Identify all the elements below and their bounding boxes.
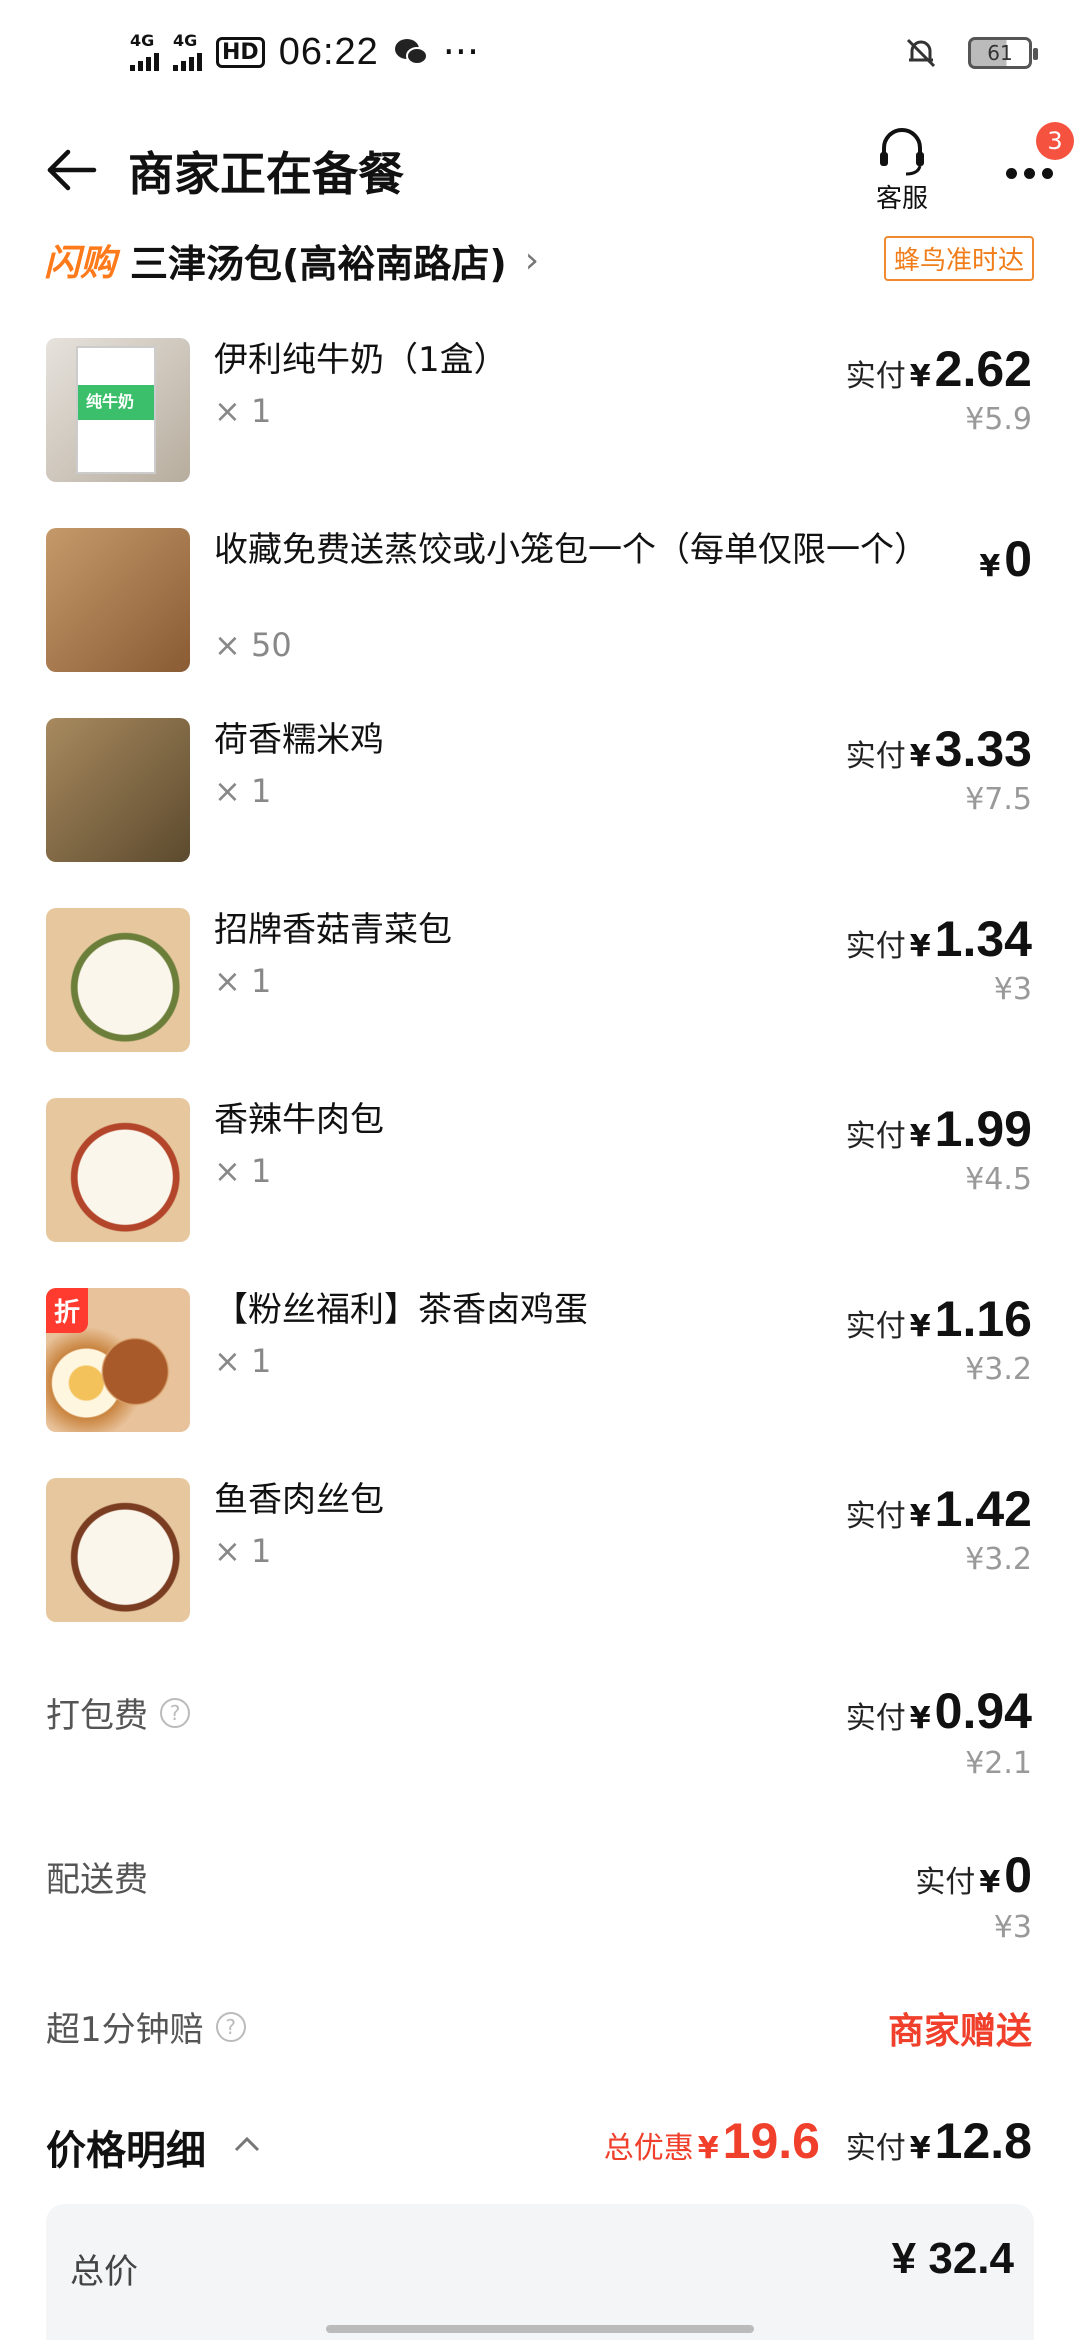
- order-items-list: 纯牛奶 伊利纯牛奶（1盒） × 1 实付 ¥ 2.62 ¥5.9 收藏免费送蒸饺…: [0, 336, 1080, 1666]
- help-icon[interactable]: ?: [160, 1697, 190, 1728]
- home-indicator[interactable]: [326, 2325, 754, 2333]
- late-compensation-row: 超1分钟赔 ? 商家赠送: [0, 2002, 1080, 2062]
- item-name: 鱼香肉丝包: [214, 1480, 384, 1520]
- item-original-price: ¥3.2: [965, 1542, 1032, 1577]
- item-quantity: × 1: [214, 1532, 272, 1570]
- list-item[interactable]: 荷香糯米鸡 × 1 实付 ¥ 3.33 ¥7.5: [0, 716, 1080, 906]
- item-name: 【粉丝福利】茶香卤鸡蛋: [214, 1290, 588, 1330]
- wechat-icon: [394, 39, 428, 65]
- packing-fee-paid: 实付 ¥ 0.94: [845, 1683, 1032, 1739]
- item-quantity: × 1: [214, 962, 272, 1000]
- packing-fee-label: 打包费 ?: [46, 1688, 190, 1737]
- item-name: 伊利纯牛奶（1盒）: [214, 340, 508, 380]
- more-icon: [1006, 168, 1066, 179]
- packing-fee-original: ¥2.1: [965, 1746, 1032, 1781]
- chevron-up-icon[interactable]: [232, 2134, 262, 2154]
- notification-badge: 3: [1036, 122, 1074, 160]
- item-paid-price: 实付 ¥ 1.99: [845, 1101, 1032, 1157]
- back-arrow-icon[interactable]: [44, 142, 100, 198]
- product-image: [46, 1098, 190, 1242]
- delivery-fee-paid: 实付 ¥ 0: [915, 1847, 1032, 1903]
- status-left: 4G 4G HD 06:22 ···: [130, 30, 479, 74]
- item-quantity: × 1: [214, 392, 272, 430]
- item-original-price: ¥3: [993, 972, 1032, 1007]
- packing-fee-row: 打包费 ? 实付 ¥ 0.94 ¥2.1: [0, 1683, 1080, 1788]
- more-button[interactable]: 3: [1006, 122, 1074, 200]
- list-item[interactable]: 纯牛奶 伊利纯牛奶（1盒） × 1 实付 ¥ 2.62 ¥5.9: [0, 336, 1080, 526]
- list-item[interactable]: 鱼香肉丝包 × 1 实付 ¥ 1.42 ¥3.2: [0, 1476, 1080, 1666]
- chevron-right-icon: ›: [524, 239, 540, 281]
- item-paid-price: 实付 ¥ 1.34: [845, 911, 1032, 967]
- store-name[interactable]: 三津汤包(高裕南路店): [130, 233, 507, 288]
- header: 商家正在备餐 客服 3: [0, 120, 1080, 230]
- total-paid: 实付 ¥ 12.8: [845, 2113, 1032, 2169]
- total-discount: 总优惠 ¥ 19.6: [603, 2113, 820, 2169]
- status-bar: 4G 4G HD 06:22 ··· 61: [0, 0, 1080, 120]
- delivery-badge: 蜂鸟准时达: [883, 236, 1034, 281]
- list-item[interactable]: 收藏免费送蒸饺或小笼包一个（每单仅限一个） × 50 ¥ 0: [0, 526, 1080, 716]
- product-image: 纯牛奶: [46, 338, 190, 482]
- item-name: 收藏免费送蒸饺或小笼包一个（每单仅限一个）: [214, 530, 928, 570]
- signal-icon-2: 4G: [173, 33, 202, 71]
- late-compensation-label: 超1分钟赔 ?: [46, 2002, 246, 2051]
- total-price-card: 总价 ¥ 32.4: [46, 2204, 1034, 2340]
- item-original-price: ¥5.9: [965, 402, 1032, 437]
- store-row[interactable]: 闪购 三津汤包(高裕南路店) › 蜂鸟准时达: [44, 232, 1034, 288]
- item-quantity: × 1: [214, 1152, 272, 1190]
- price-detail-header[interactable]: 价格明细 总优惠 ¥ 19.6 实付 ¥ 12.8: [0, 2108, 1080, 2188]
- total-price-value: ¥ 32.4: [891, 2234, 1014, 2283]
- more-status: ···: [442, 30, 480, 74]
- delivery-fee-row: 配送费 实付 ¥ 0 ¥3: [0, 1847, 1080, 1952]
- flash-purchase-logo: 闪购: [44, 243, 117, 284]
- customer-service-button[interactable]: 客服: [862, 126, 942, 215]
- clock: 06:22: [278, 30, 379, 73]
- product-image: [46, 908, 190, 1052]
- item-paid-price: 实付 ¥ 1.16: [845, 1291, 1032, 1347]
- list-item[interactable]: 招牌香菇青菜包 × 1 实付 ¥ 1.34 ¥3: [0, 906, 1080, 1096]
- item-quantity: × 1: [214, 1342, 272, 1380]
- item-original-price: ¥4.5: [965, 1162, 1032, 1197]
- delivery-fee-label: 配送费: [46, 1860, 148, 1900]
- price-detail-title: 价格明细: [46, 2128, 206, 2174]
- item-original-price: ¥7.5: [965, 782, 1032, 817]
- battery-icon: 61: [968, 37, 1038, 69]
- page-title: 商家正在备餐: [128, 147, 404, 201]
- headset-icon: [880, 128, 924, 176]
- item-paid-price: 实付 ¥ 1.42: [845, 1481, 1032, 1537]
- item-original-price: ¥3.2: [965, 1352, 1032, 1387]
- item-quantity: × 1: [214, 772, 272, 810]
- item-paid-price: 实付 ¥ 2.62: [845, 341, 1032, 397]
- status-right: 61: [904, 36, 1038, 70]
- item-quantity: × 50: [214, 626, 292, 664]
- help-icon[interactable]: ?: [215, 2011, 246, 2042]
- list-item[interactable]: 折 【粉丝福利】茶香卤鸡蛋 × 1 实付 ¥ 1.16 ¥3.2: [0, 1286, 1080, 1476]
- mute-bell-icon: [906, 38, 936, 68]
- product-image: 折: [46, 1288, 190, 1432]
- product-image: [46, 1478, 190, 1622]
- product-image: [46, 528, 190, 672]
- discount-badge: 折: [46, 1288, 89, 1333]
- item-paid-price: 实付 ¥ 3.33: [845, 721, 1032, 777]
- item-name: 招牌香菇青菜包: [214, 910, 452, 950]
- delivery-fee-original: ¥3: [993, 1910, 1032, 1945]
- total-price-label: 总价: [70, 2252, 138, 2292]
- list-item[interactable]: 香辣牛肉包 × 1 实付 ¥ 1.99 ¥4.5: [0, 1096, 1080, 1286]
- item-name: 荷香糯米鸡: [214, 720, 384, 760]
- merchant-gift-text: 商家赠送: [887, 2011, 1032, 2052]
- hd-icon: HD: [216, 36, 265, 68]
- product-image: [46, 718, 190, 862]
- service-label: 客服: [875, 184, 928, 214]
- item-name: 香辣牛肉包: [214, 1100, 384, 1140]
- signal-icon: 4G: [130, 33, 159, 71]
- item-paid-price: ¥ 0: [979, 531, 1032, 587]
